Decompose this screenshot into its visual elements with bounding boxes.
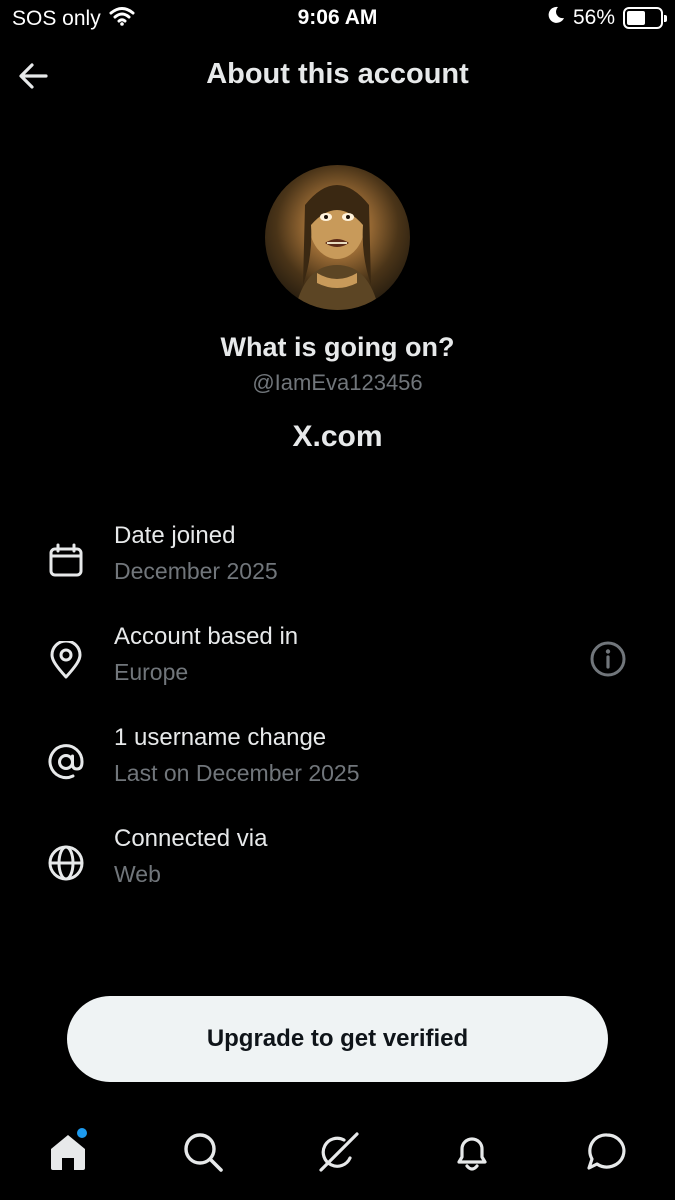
at-sign-icon xyxy=(48,744,84,780)
messages-icon xyxy=(587,1133,626,1170)
battery-tip xyxy=(664,15,667,22)
home-notification-dot xyxy=(77,1128,87,1138)
grok-icon xyxy=(319,1132,359,1172)
info-subtitle: Web xyxy=(114,861,161,887)
nav-search[interactable] xyxy=(181,1130,225,1174)
display-name: What is going on? xyxy=(220,332,455,362)
status-bar: SOS only 9:06 AM 56% xyxy=(0,0,675,38)
upgrade-verified-button[interactable]: Upgrade to get verified xyxy=(67,996,608,1082)
info-title: Account based in xyxy=(114,623,299,650)
info-subtitle: December 2025 xyxy=(114,558,278,584)
notifications-bell-icon xyxy=(457,1137,487,1171)
nav-home[interactable] xyxy=(46,1128,90,1174)
moon-icon xyxy=(547,6,565,30)
info-subtitle: Last on December 2025 xyxy=(114,760,360,786)
calendar-icon xyxy=(49,543,83,577)
location-pin-icon xyxy=(50,641,82,679)
info-row-connected-via: Connected via Web xyxy=(0,825,675,905)
nav-notifications[interactable] xyxy=(450,1130,494,1174)
info-row-account-based-in: Account based in Europe xyxy=(0,623,675,703)
status-right: 56% xyxy=(547,6,667,30)
info-icon[interactable] xyxy=(588,639,628,679)
info-row-date-joined: Date joined December 2025 xyxy=(0,522,675,602)
nav-messages[interactable] xyxy=(585,1130,629,1174)
page-title: About this account xyxy=(206,58,469,90)
battery-level xyxy=(627,11,645,25)
bottom-nav xyxy=(0,1100,675,1200)
info-subtitle: Europe xyxy=(114,659,189,685)
avatar-portrait xyxy=(295,185,379,310)
header: About this account xyxy=(0,48,675,104)
username-handle: @IamEva123456 xyxy=(252,370,423,395)
source-label: X.com xyxy=(292,420,383,453)
info-title: Connected via xyxy=(114,825,268,852)
info-title: 1 username change xyxy=(114,724,327,751)
battery-percent: 56% xyxy=(572,6,615,29)
avatar xyxy=(265,165,410,310)
about-account-screen: SOS only 9:06 AM 56% About this account … xyxy=(0,0,675,1200)
info-row-username-change: 1 username change Last on December 2025 xyxy=(0,724,675,804)
nav-grok[interactable] xyxy=(316,1130,360,1174)
search-icon xyxy=(184,1133,223,1172)
globe-icon xyxy=(48,845,84,881)
info-title: Date joined xyxy=(114,522,236,549)
battery-icon xyxy=(623,7,667,29)
